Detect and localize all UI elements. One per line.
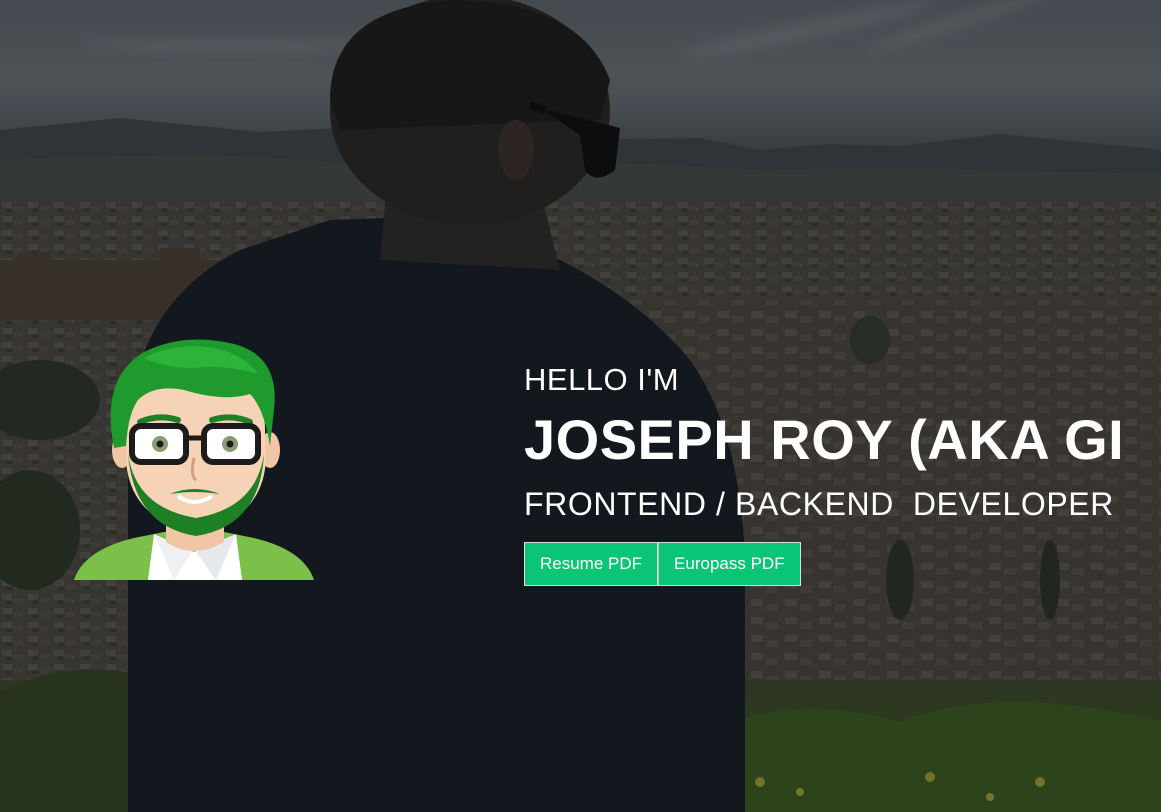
role-subtitle: FRONTEND / BACKEND DEVELOPER — [524, 486, 1114, 522]
resume-pdf-button[interactable]: Resume PDF — [524, 542, 659, 586]
cartoon-avatar-icon — [74, 339, 314, 580]
hero-section: HELLO I'M JOSEPH ROY (AKA GI FRONTEND / … — [0, 0, 1161, 812]
download-buttons: Resume PDF Europass PDF — [524, 542, 1161, 586]
europass-pdf-button[interactable]: Europass PDF — [658, 542, 801, 586]
greeting-text: HELLO I'M — [524, 362, 680, 397]
name-heading: JOSEPH ROY (AKA GI — [524, 408, 1125, 471]
intro-block: HELLO I'M JOSEPH ROY (AKA GI FRONTEND / … — [524, 360, 1161, 586]
avatar — [74, 338, 314, 580]
